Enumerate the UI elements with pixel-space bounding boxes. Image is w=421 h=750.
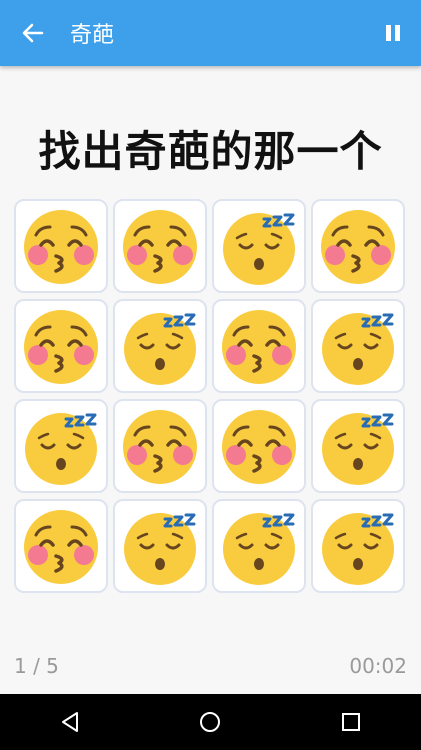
pause-button[interactable] [365,0,421,66]
grid-cell-5[interactable] [14,299,108,393]
kissing-face-icon [120,406,200,486]
grid-cell-13[interactable] [14,499,108,593]
nav-recents-icon [341,713,360,731]
app-bar: 奇葩 [0,0,421,66]
back-arrow-icon [22,23,44,43]
nav-home-icon [200,712,221,732]
grid-cell-15[interactable] [212,499,306,593]
grid-cell-16[interactable] [311,499,405,593]
sleeping-face-icon [219,206,299,286]
kissing-face-icon [21,206,101,286]
grid-cell-14[interactable] [113,499,207,593]
sleeping-face-icon [219,506,299,586]
grid-cell-11[interactable] [212,399,306,493]
kissing-face-icon [21,506,101,586]
grid-cell-8[interactable] [311,299,405,393]
system-nav-bar [0,694,421,750]
sleeping-face-icon [318,306,398,386]
nav-home-button[interactable] [175,694,245,750]
grid-cell-3[interactable] [212,199,306,293]
grid-cell-1[interactable] [14,199,108,293]
grid-cell-4[interactable] [311,199,405,293]
grid-cell-9[interactable] [14,399,108,493]
sleeping-face-icon [318,506,398,586]
nav-back-icon [62,712,79,732]
kissing-face-icon [318,206,398,286]
sleeping-face-icon [120,306,200,386]
back-button[interactable] [0,0,66,66]
sleeping-face-icon [120,506,200,586]
pause-icon [386,25,400,41]
kissing-face-icon [120,206,200,286]
nav-back-button[interactable] [35,694,105,750]
sleeping-face-icon [21,406,101,486]
grid-cell-10[interactable] [113,399,207,493]
kissing-face-icon [219,306,299,386]
game-instruction: 找出奇葩的那一个 [38,127,383,176]
nav-recents-button[interactable] [316,694,386,750]
sleeping-face-icon [318,406,398,486]
grid-cell-2[interactable] [113,199,207,293]
kissing-face-icon [219,406,299,486]
grid-cell-6[interactable] [113,299,207,393]
grid-cell-12[interactable] [311,399,405,493]
grid-cell-7[interactable] [212,299,306,393]
timer: 00:02 [349,654,407,678]
app-bar-title: 奇葩 [70,23,115,48]
level-progress: 1 / 5 [14,654,59,678]
emoji-grid [14,199,407,593]
kissing-face-icon [21,306,101,386]
